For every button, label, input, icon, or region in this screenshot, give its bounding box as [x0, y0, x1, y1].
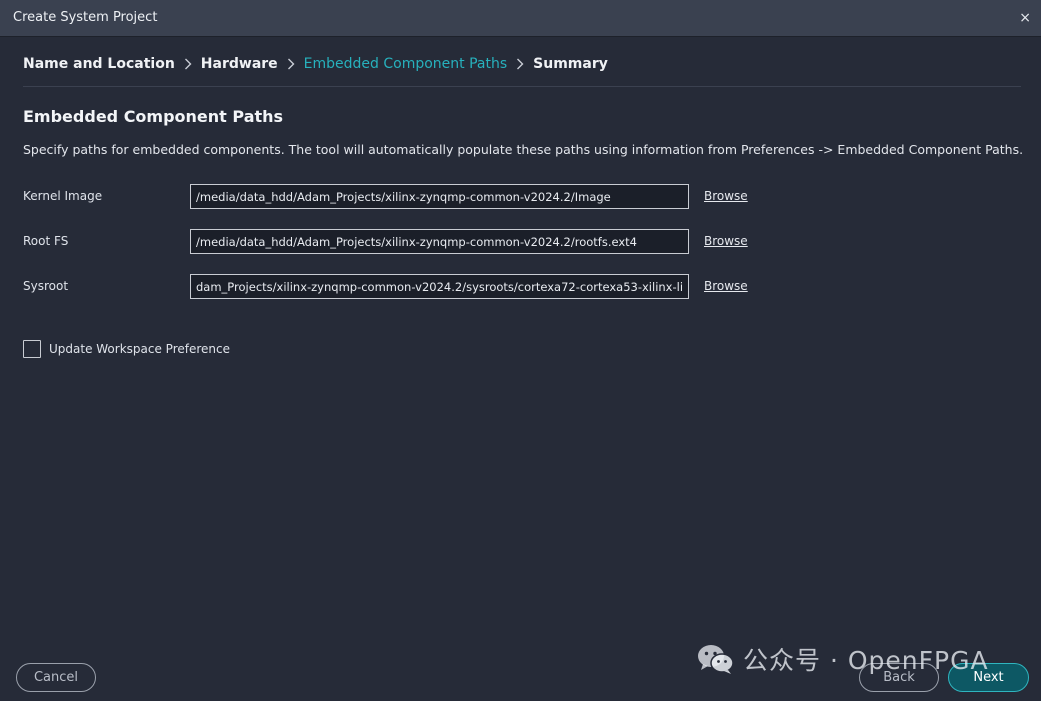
header-divider [23, 86, 1021, 87]
section-heading: Embedded Component Paths [23, 107, 284, 126]
watermark: 公众号 · OpenFPGA [697, 641, 989, 677]
breadcrumb: Name and Location Hardware Embedded Comp… [23, 54, 608, 74]
wechat-icon [697, 643, 735, 675]
cancel-button[interactable]: Cancel [16, 663, 96, 692]
breadcrumb-step-name-and-location[interactable]: Name and Location [23, 56, 175, 72]
breadcrumb-step-hardware[interactable]: Hardware [201, 56, 278, 72]
kernel-image-input[interactable] [190, 184, 689, 209]
root-fs-row: Root FS Browse [23, 229, 823, 254]
kernel-image-browse-link[interactable]: Browse [704, 189, 748, 203]
update-workspace-checkbox[interactable] [23, 340, 41, 358]
update-workspace-label: Update Workspace Preference [49, 342, 231, 356]
sysroot-browse-link[interactable]: Browse [704, 279, 748, 293]
kernel-image-row: Kernel Image Browse [23, 184, 823, 209]
dialog-title: Create System Project [13, 10, 158, 25]
section-description: Specify paths for embedded components. T… [23, 142, 1024, 157]
sysroot-row: Sysroot Browse [23, 274, 823, 299]
chevron-right-icon [175, 58, 201, 70]
root-fs-label: Root FS [23, 234, 69, 248]
breadcrumb-step-summary[interactable]: Summary [533, 56, 608, 72]
kernel-image-label: Kernel Image [23, 189, 103, 203]
chevron-right-icon [278, 58, 304, 70]
breadcrumb-step-embedded-component-paths[interactable]: Embedded Component Paths [304, 56, 508, 72]
close-icon[interactable]: × [1019, 8, 1031, 28]
update-workspace-option[interactable]: Update Workspace Preference [23, 339, 230, 359]
chevron-right-icon [507, 58, 533, 70]
sysroot-input[interactable] [190, 274, 689, 299]
root-fs-browse-link[interactable]: Browse [704, 234, 748, 248]
dialog-title-bar: Create System Project × [0, 0, 1041, 37]
sysroot-label: Sysroot [23, 279, 69, 293]
root-fs-input[interactable] [190, 229, 689, 254]
watermark-text: 公众号 · OpenFPGA [743, 646, 989, 675]
